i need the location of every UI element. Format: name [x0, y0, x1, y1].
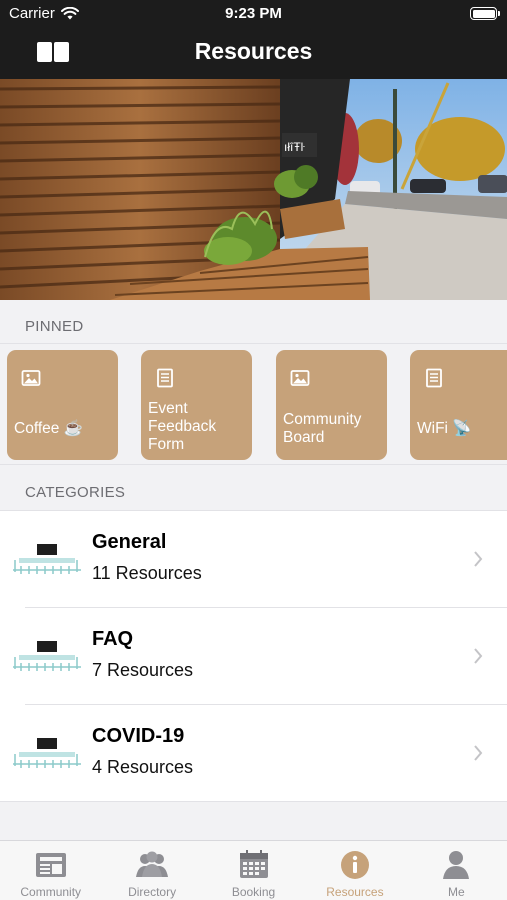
chevron-right-icon	[474, 551, 483, 567]
hero-image: ıłȋŦŀ	[0, 79, 507, 300]
image-icon	[290, 370, 310, 386]
pinned-tile-wifi[interactable]: WiFi 📡	[410, 350, 507, 460]
category-name: COVID-19	[92, 725, 185, 747]
people-icon	[136, 851, 169, 877]
building-photo: ıłȋŦŀ	[0, 79, 507, 300]
status-bar: Carrier 9:23 PM	[0, 0, 507, 28]
calendar-icon	[239, 850, 268, 878]
pinned-tile-label: Event Feedback Form	[148, 400, 217, 453]
tab-booking[interactable]: Booking	[203, 841, 304, 900]
category-row-faq[interactable]: FAQ 7 Resources	[0, 608, 507, 705]
conference-room-icon	[13, 738, 81, 768]
pinned-tile-coffee[interactable]: Coffee ☕️	[7, 350, 118, 460]
person-icon	[443, 851, 470, 879]
category-name: General	[92, 531, 167, 553]
conference-room-icon	[13, 641, 81, 671]
page-title: Resources	[194, 38, 313, 64]
tab-directory[interactable]: Directory	[101, 841, 202, 900]
tab-me[interactable]: Me	[406, 841, 507, 900]
category-count: 4 Resources	[92, 757, 194, 777]
document-icon	[426, 368, 442, 388]
tab-community[interactable]: Community	[0, 841, 101, 900]
tab-label: Community	[20, 885, 82, 899]
svg-text:ıłȋŦŀ: ıłȋŦŀ	[284, 140, 305, 154]
newspaper-icon	[35, 853, 66, 877]
image-icon	[21, 370, 41, 386]
tab-label: Booking	[231, 885, 276, 899]
category-count: 7 Resources	[92, 660, 194, 680]
pinned-carousel[interactable]: Coffee ☕️ Event Feedback Form Community …	[0, 343, 507, 465]
tab-resources[interactable]: Resources	[304, 841, 405, 900]
tab-label: Resources	[326, 885, 384, 899]
chevron-right-icon	[474, 745, 483, 761]
pinned-tile-label: WiFi 📡	[417, 420, 472, 437]
document-icon	[157, 368, 173, 388]
categories-list: General 11 Resources FAQ 7 Resources COV…	[0, 510, 507, 802]
tab-label: Me	[447, 885, 465, 899]
battery-icon	[470, 7, 500, 20]
pinned-section-header: PINNED	[25, 318, 84, 335]
pinned-tile-community-board[interactable]: Community Board	[276, 350, 387, 460]
categories-section-header: CATEGORIES	[25, 484, 126, 501]
category-row-covid-19[interactable]: COVID-19 4 Resources	[0, 705, 507, 802]
pinned-tile-label: Coffee ☕️	[14, 420, 83, 437]
category-name: FAQ	[92, 628, 134, 650]
tab-bar: Community Directory Booking Resources Me	[0, 840, 507, 900]
category-row-general[interactable]: General 11 Resources	[0, 511, 507, 608]
navigation-bar: Resources	[0, 28, 507, 79]
pinned-tile-event-feedback-form[interactable]: Event Feedback Form	[141, 350, 252, 460]
info-icon	[340, 851, 369, 879]
conference-room-icon	[13, 544, 81, 574]
chevron-right-icon	[474, 648, 483, 664]
status-time: 9:23 PM	[225, 5, 282, 22]
pinned-tile-label: Community Board	[283, 411, 362, 446]
category-count: 11 Resources	[92, 563, 202, 583]
tab-label: Directory	[128, 885, 177, 899]
